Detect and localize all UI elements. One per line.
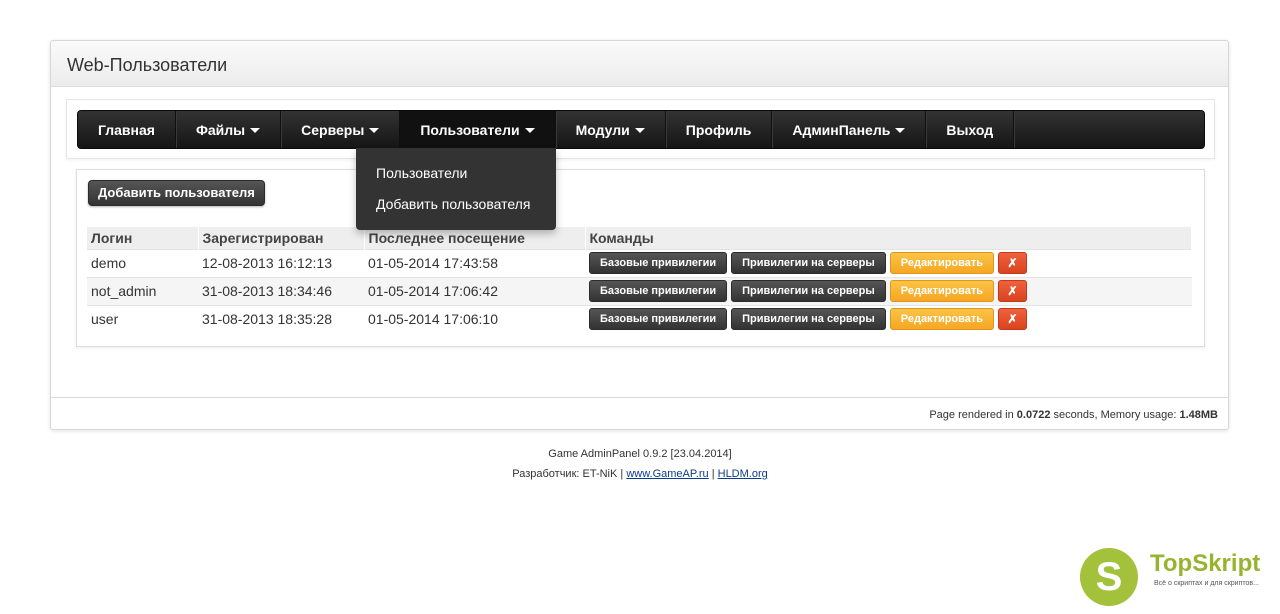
column-header-commands: Команды — [585, 227, 1192, 249]
server-privileges-button[interactable]: Привилегии на серверы — [731, 280, 886, 302]
table-row: user 31-08-2013 18:35:28 01-05-2014 17:06:… — [87, 304, 1192, 333]
page-title: Web-Пользователи — [51, 41, 1228, 87]
topskript-watermark: S TopSkript Всё о скриптах и для скрипто… — [1078, 546, 1278, 608]
caret-down-icon — [895, 128, 906, 133]
nav-item-label: Главная — [98, 121, 155, 138]
topskript-name: TopSkript — [1150, 550, 1261, 577]
cell-registered: 12-08-2013 16:12:13 — [198, 248, 364, 277]
nav-item-2[interactable]: Серверы — [281, 111, 401, 148]
developer-text: Разработчик: ET-NiK | — [512, 468, 627, 480]
server-privileges-button[interactable]: Привилегии на серверы — [731, 252, 886, 274]
column-header-registered: Зарегистрирован — [198, 227, 365, 249]
topskript-tagline: Всё о скриптах и для скриптов... — [1154, 580, 1259, 587]
caret-down-icon — [250, 128, 261, 133]
nav-item-label: Выход — [946, 121, 994, 138]
dropdown-item-users[interactable]: Пользователи — [356, 158, 556, 189]
cell-login: user — [87, 304, 198, 333]
topskript-logo-icon: S — [1080, 548, 1138, 606]
cell-last-visit: 01-05-2014 17:06:10 — [364, 304, 585, 333]
delete-button[interactable]: ✗ — [998, 280, 1028, 302]
hldm-link[interactable]: HLDM.org — [718, 468, 768, 480]
dropdown-item-add-user[interactable]: Добавить пользователя — [356, 189, 556, 220]
cell-last-visit: 01-05-2014 17:06:42 — [364, 276, 585, 305]
table-header-row: Логин Зарегистрирован Последнее посещени… — [87, 227, 1192, 249]
caret-down-icon — [634, 128, 645, 133]
caret-down-icon — [369, 128, 380, 133]
caret-down-icon — [524, 128, 535, 133]
nav-item-3[interactable]: Пользователи — [400, 111, 556, 148]
delete-button[interactable]: ✗ — [998, 308, 1028, 331]
users-dropdown-menu: Пользователи Добавить пользователя — [356, 148, 556, 230]
add-user-button[interactable]: Добавить пользователя — [88, 180, 265, 206]
cell-registered: 31-08-2013 18:35:28 — [198, 304, 364, 333]
nav-item-4[interactable]: Модули — [556, 111, 666, 148]
table-row: demo 12-08-2013 16:12:13 01-05-2014 17:43:… — [87, 248, 1192, 277]
render-stats-middle: seconds, Memory usage: — [1050, 409, 1180, 421]
nav-item-6[interactable]: АдминПанель — [772, 111, 927, 148]
nav-item-label: Пользователи — [420, 121, 520, 138]
nav-item-label: Файлы — [195, 121, 246, 138]
render-stats: Page rendered in 0.0722 seconds, Memory … — [51, 397, 1228, 430]
table-row: not_admin 31-08-2013 18:34:46 01-05-2014 1… — [87, 276, 1192, 305]
nav-item-7[interactable]: Выход — [926, 111, 1015, 148]
cell-login: demo — [87, 248, 198, 277]
navbar: Главная Файлы Серверы Пользователи Модули Про… — [77, 110, 1205, 149]
version-text: Game AdminPanel 0.9.2 [23.04.2014] — [548, 448, 732, 460]
developer-line: Разработчик: ET-NiK | www.GameAP.ru | HL… — [0, 464, 1280, 484]
nav-item-label: Модули — [575, 121, 630, 138]
base-privileges-button[interactable]: Базовые привилегии — [589, 280, 728, 302]
link-separator: | — [708, 468, 718, 480]
users-content: Добавить пользователя Логин Зарегистриро… — [76, 169, 1205, 347]
nav-item-label: АдминПанель — [792, 121, 891, 138]
server-privileges-button[interactable]: Привилегии на серверы — [731, 308, 886, 331]
row-commands: Базовые привилегии Привилегии на серверы Р… — [589, 252, 1188, 274]
edit-button[interactable]: Редактировать — [889, 280, 995, 302]
edit-button[interactable]: Редактировать — [889, 308, 995, 331]
row-commands: Базовые привилегии Привилегии на серверы Р… — [589, 280, 1188, 302]
base-privileges-button[interactable]: Базовые привилегии — [589, 252, 728, 274]
memory-usage: 1.48MB — [1179, 409, 1218, 421]
cell-commands: Базовые привилегии Привилегии на серверы Р… — [585, 248, 1192, 277]
nav-item-label: Серверы — [301, 121, 365, 138]
cell-last-visit: 01-05-2014 17:43:58 — [364, 248, 585, 277]
page-footer: Game AdminPanel 0.9.2 [23.04.2014] Разра… — [0, 444, 1280, 484]
base-privileges-button[interactable]: Базовые привилегии — [589, 308, 728, 331]
nav-item-0[interactable]: Главная — [78, 111, 176, 148]
cell-registered: 31-08-2013 18:34:46 — [198, 276, 364, 305]
column-header-login: Логин — [87, 227, 199, 249]
nav-item-5[interactable]: Профиль — [666, 111, 773, 148]
render-time: 0.0722 — [1016, 409, 1051, 421]
cell-commands: Базовые привилегии Привилегии на серверы Р… — [585, 276, 1192, 305]
delete-button[interactable]: ✗ — [998, 252, 1028, 274]
render-stats-prefix: Page rendered in — [929, 409, 1017, 421]
column-header-last-visit: Последнее посещение — [364, 227, 586, 249]
main-panel: Web-Пользователи Главная Файлы Серверы Поль… — [50, 40, 1229, 430]
nav-item-1[interactable]: Файлы — [176, 111, 282, 148]
nav-item-label: Профиль — [685, 121, 752, 138]
nav-container: Главная Файлы Серверы Пользователи Модули Про… — [66, 99, 1215, 159]
cell-login: not_admin — [87, 276, 198, 305]
gameap-link[interactable]: www.GameAP.ru — [626, 468, 708, 480]
edit-button[interactable]: Редактировать — [889, 252, 995, 274]
row-commands: Базовые привилегии Привилегии на серверы Р… — [589, 308, 1188, 331]
cell-commands: Базовые привилегии Привилегии на серверы Р… — [585, 304, 1192, 333]
users-table: Логин Зарегистрирован Последнее посещени… — [87, 227, 1192, 333]
